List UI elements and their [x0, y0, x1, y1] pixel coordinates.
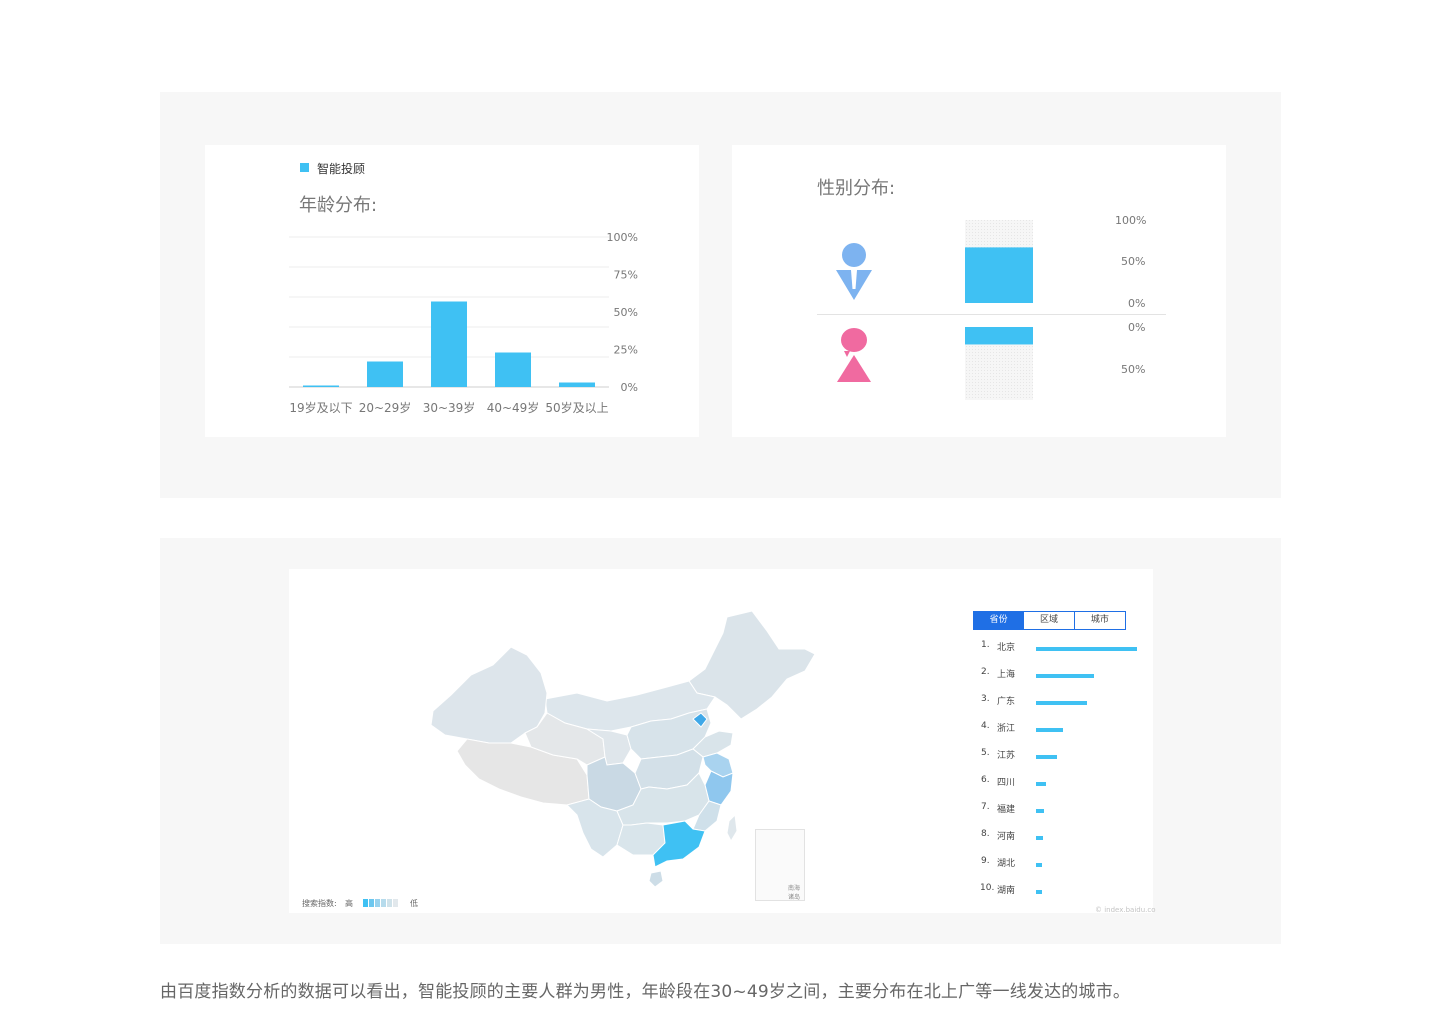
female-bar	[965, 327, 1033, 345]
legend-step	[393, 899, 398, 907]
rank-number: 2.	[981, 667, 990, 677]
rank-number: 1.	[981, 640, 990, 650]
rank-number: 4.	[981, 721, 990, 731]
age-bar	[367, 361, 403, 387]
rank-number: 9.	[981, 856, 990, 866]
rank-bar	[1036, 836, 1044, 840]
rank-bar	[1036, 701, 1087, 705]
rank-province-name[interactable]: 浙江	[997, 721, 1015, 734]
rank-province-name[interactable]: 湖南	[997, 883, 1015, 896]
map-legend-label: 搜索指数:	[302, 899, 337, 908]
female-tick-50: 50%	[1121, 363, 1146, 376]
rank-number: 3.	[981, 694, 990, 704]
legend-step	[387, 899, 392, 907]
rank-number: 7.	[981, 802, 990, 812]
rank-bar	[1036, 809, 1045, 813]
rank-province-name[interactable]: 上海	[997, 667, 1015, 680]
male-tick-0: 0%	[1128, 297, 1146, 310]
y-tick-label: 25%	[614, 344, 638, 357]
gender-distribution-card: 性别分布: 100% 50% 0% 0% 50%	[732, 145, 1226, 437]
rank-province-name[interactable]: 河南	[997, 829, 1015, 842]
rank-province-name[interactable]: 广东	[997, 694, 1015, 707]
rank-province-name[interactable]: 江苏	[997, 748, 1015, 761]
male-tick-50: 50%	[1121, 255, 1146, 268]
y-tick-label: 75%	[614, 269, 638, 282]
rank-number: 8.	[981, 829, 990, 839]
y-tick-label: 50%	[614, 306, 638, 319]
region-map-card: 南海诸岛 省份 区域 城市 1. 北京 2. 上海 3. 广东 4. 浙江 5. 江苏 6. 四川 7.…	[289, 569, 1156, 914]
summary-caption: 由百度指数分析的数据可以看出，智能投顾的主要人群为男性，年龄段在30~49岁之间…	[160, 982, 1131, 1002]
x-tick-label: 40~49岁	[487, 400, 540, 415]
male-bar	[965, 247, 1033, 303]
province-ranking-list: 1. 北京 2. 上海 3. 广东 4. 浙江 5. 江苏 6. 四川 7. 福建 8. 河南 9. 湖北 10. 湖…	[289, 569, 1153, 913]
rank-number: 10.	[980, 883, 995, 893]
rank-province-name[interactable]: 北京	[997, 640, 1015, 653]
x-tick-label: 50岁及以上	[545, 400, 608, 415]
rank-bar	[1036, 863, 1043, 867]
legend-step	[381, 899, 386, 907]
y-tick-label: 100%	[607, 231, 638, 244]
map-legend-high: 高	[345, 899, 353, 908]
age-bar	[303, 385, 339, 387]
legend-step	[369, 899, 374, 907]
female-tick-0: 0%	[1128, 321, 1146, 334]
y-tick-label: 0%	[621, 381, 638, 394]
age-distribution-card: 智能投顾 年龄分布: 100% 75% 50% 25% 0% 19岁及以下 20~29岁 30…	[205, 145, 699, 437]
x-tick-label: 19岁及以下	[289, 400, 352, 415]
rank-number: 6.	[981, 775, 990, 785]
legend-step	[375, 899, 380, 907]
legend-step	[363, 899, 368, 907]
x-tick-label: 30~39岁	[423, 400, 476, 415]
age-bar-chart: 100% 75% 50% 25% 0% 19岁及以下 20~29岁 30~39岁 40~49岁 5…	[289, 231, 638, 415]
x-tick-label: 20~29岁	[359, 400, 412, 415]
rank-bar	[1036, 674, 1094, 678]
rank-bar	[1036, 755, 1058, 759]
watermark: © index.baidu.co	[1095, 906, 1156, 914]
map-legend-scale	[363, 899, 398, 907]
rank-number: 5.	[981, 748, 990, 758]
rank-province-name[interactable]: 湖北	[997, 856, 1015, 869]
age-bar	[431, 301, 467, 387]
male-tick-100: 100%	[1115, 214, 1147, 227]
age-bar	[559, 382, 595, 387]
rank-bar	[1036, 782, 1047, 786]
map-legend-low: 低	[410, 899, 418, 908]
rank-bar	[1036, 647, 1137, 651]
age-bar	[495, 352, 531, 387]
rank-province-name[interactable]: 四川	[997, 775, 1015, 788]
gender-bar-chart	[817, 220, 1166, 400]
rank-bar	[1036, 728, 1064, 732]
rank-province-name[interactable]: 福建	[997, 802, 1015, 815]
rank-bar	[1036, 890, 1043, 894]
